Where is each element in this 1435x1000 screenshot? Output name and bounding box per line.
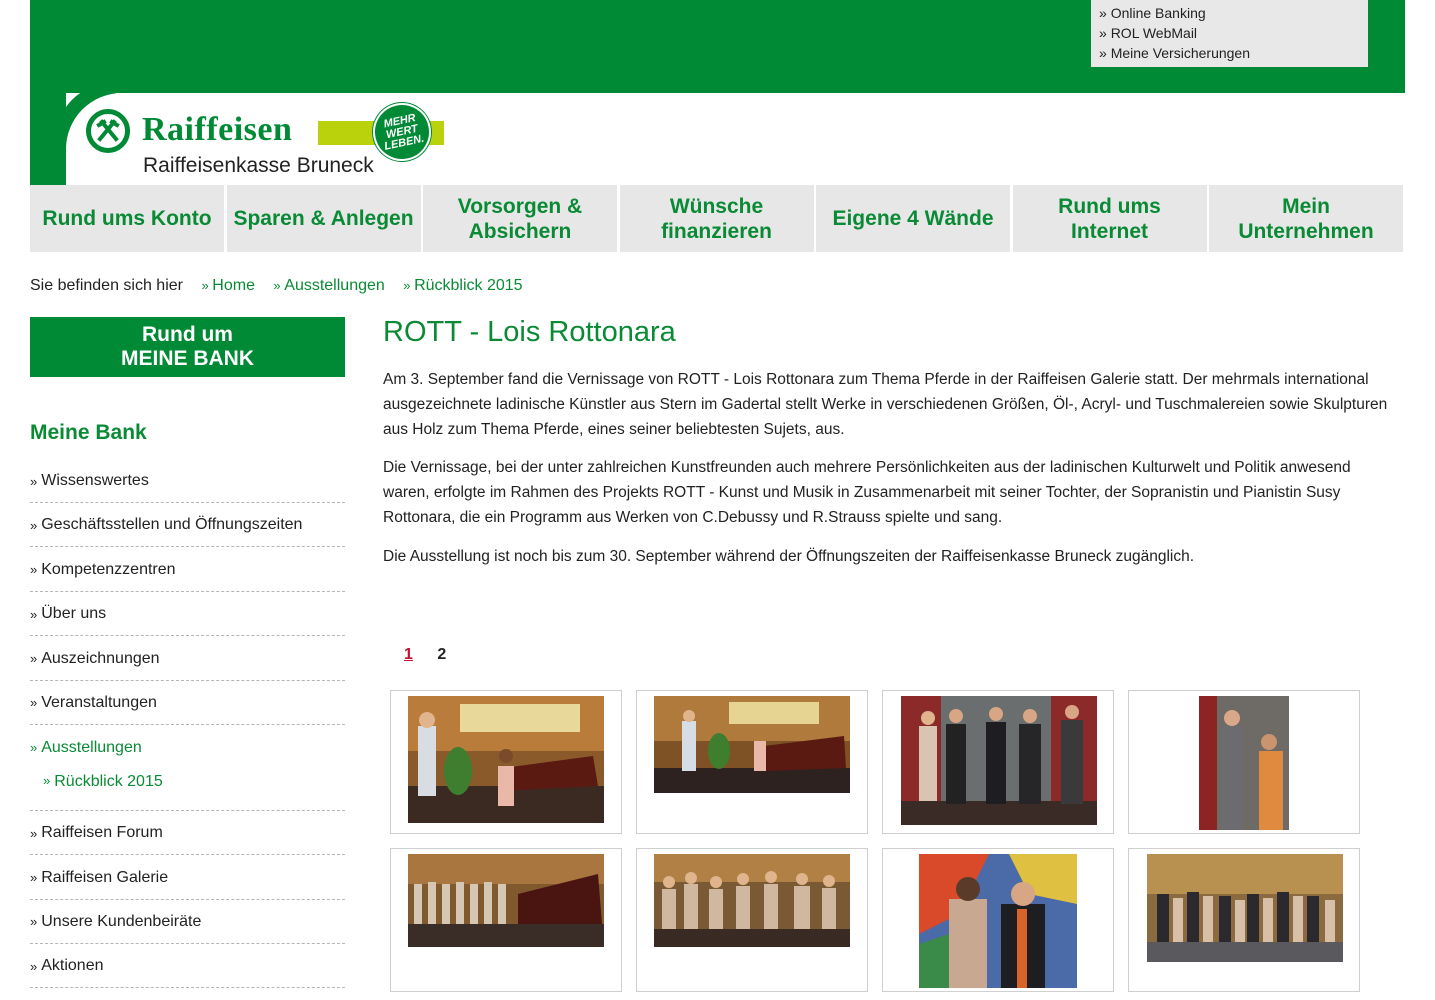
chevron-right-icon: » xyxy=(30,958,38,974)
nav-sparen-anlegen[interactable]: Sparen & Anlegen xyxy=(226,185,421,252)
mehr-wert-leben-badge: MEHR WERT LEBEN. xyxy=(367,97,437,167)
sidebar-item-ueber-uns[interactable]: » Über uns xyxy=(30,593,345,637)
photo-piano-performance[interactable] xyxy=(408,696,604,823)
sidebar-subitem-rueckblick-2015[interactable]: » Rückblick 2015 xyxy=(30,771,345,811)
article-title: ROTT - Lois Rottonara xyxy=(383,316,676,348)
gallery-thumb[interactable] xyxy=(636,848,868,992)
rund-um-meine-bank-button[interactable]: Rund um MEINE BANK xyxy=(30,317,345,377)
photo-stage-piano[interactable] xyxy=(654,696,850,793)
sidebar-list: » Wissenswertes » Geschäftsstellen und Öff… xyxy=(30,460,345,989)
breadcrumb-ausstellungen[interactable]: Ausstellungen xyxy=(273,277,384,294)
raiffeisen-gable-cross-icon[interactable] xyxy=(86,109,130,153)
breadcrumb: Sie befinden sich hier Home Ausstellunge… xyxy=(30,277,523,295)
brand-wordmark[interactable]: Raiffeisen xyxy=(142,111,292,149)
nav-mein-unternehmen[interactable]: Mein Unternehmen xyxy=(1209,185,1403,252)
main-nav: Rund ums Konto Sparen & Anlegen Vorsorge… xyxy=(30,185,1405,252)
logo-area: Raiffeisen Raiffeisenkasse Bruneck MEHR … xyxy=(30,93,1405,185)
breadcrumb-label: Sie befinden sich hier xyxy=(30,277,183,294)
gallery-thumb[interactable] xyxy=(1128,690,1360,834)
article-paragraph-3: Die Ausstellung ist noch bis zum 30. Sep… xyxy=(383,548,1195,565)
article-paragraph-2: Die Vernissage, bei der unter zahlreiche… xyxy=(383,459,1351,526)
chevron-right-icon: » xyxy=(30,606,38,622)
sidebar-item-auszeichnungen[interactable]: » Auszeichnungen xyxy=(30,638,345,681)
brand-subtitle: Raiffeisenkasse Bruneck xyxy=(143,154,374,177)
nav-rund-ums-konto[interactable]: Rund ums Konto xyxy=(30,185,224,252)
pager-page-2[interactable]: 2 xyxy=(437,646,446,663)
gallery-thumb[interactable] xyxy=(390,848,622,992)
chevron-right-icon: » xyxy=(30,517,38,533)
sidebar-item-kompetenzzentren[interactable]: » Kompetenzzentren xyxy=(30,549,345,592)
sidebar-item-raiffeisen-galerie[interactable]: » Raiffeisen Galerie xyxy=(30,857,345,900)
chevron-right-icon: » xyxy=(30,562,38,578)
chevron-right-icon: » xyxy=(30,473,38,489)
sidebar-item-kundenbeiraete[interactable]: » Unsere Kundenbeiräte xyxy=(30,901,345,944)
sidebar-item-ausstellungen[interactable]: » Ausstellungen xyxy=(30,726,345,769)
photo-painting-viewers[interactable] xyxy=(1199,696,1289,830)
photo-gallery-crowd[interactable] xyxy=(1147,854,1343,962)
photo-audience-piano[interactable] xyxy=(408,854,604,947)
chevron-right-icon: » xyxy=(30,695,38,711)
breadcrumb-rueckblick-2015[interactable]: Rückblick 2015 xyxy=(403,277,522,294)
photo-guests-gathering[interactable] xyxy=(654,854,850,947)
gallery-thumb[interactable] xyxy=(390,690,622,834)
gallery-thumb[interactable] xyxy=(882,848,1114,992)
nav-eigene-4-waende[interactable]: Eigene 4 Wände xyxy=(816,185,1010,252)
sidebar-heading: Meine Bank xyxy=(30,421,147,444)
article-paragraph-1: Am 3. September fand die Vernissage von … xyxy=(383,371,1388,438)
rol-webmail-link[interactable]: ROL WebMail xyxy=(1091,23,1368,43)
nav-vorsorgen-absichern[interactable]: Vorsorgen & Absichern xyxy=(423,185,617,252)
gallery-thumb[interactable] xyxy=(636,690,868,834)
chevron-right-icon: » xyxy=(30,651,38,667)
chevron-right-icon: » xyxy=(43,772,51,788)
gallery-pager: 1 2 xyxy=(404,646,446,664)
chevron-right-icon: » xyxy=(30,914,38,930)
gallery-thumb[interactable] xyxy=(1128,848,1360,992)
sidebar-item-wissenswertes[interactable]: » Wissenswertes xyxy=(30,460,345,503)
photo-group-standing[interactable] xyxy=(901,696,1097,825)
nav-rund-ums-internet[interactable]: Rund ums Internet xyxy=(1012,185,1207,252)
sidebar-item-geschaeftsstellen[interactable]: » Geschäftsstellen und Öffnungszeiten xyxy=(30,504,345,548)
quicklinks-box: Online Banking ROL WebMail Meine Versich… xyxy=(1091,0,1368,67)
chevron-right-icon: » xyxy=(30,870,38,886)
main-content: ROTT - Lois Rottonara Am 3. September fa… xyxy=(383,316,1393,565)
sidebar-item-raiffeisen-forum[interactable]: » Raiffeisen Forum xyxy=(30,812,345,856)
chevron-right-icon: » xyxy=(30,740,38,756)
chevron-right-icon: » xyxy=(30,825,38,841)
breadcrumb-home[interactable]: Home xyxy=(201,277,255,294)
sidebar-item-veranstaltungen[interactable]: » Veranstaltungen xyxy=(30,682,345,725)
gallery-thumb[interactable] xyxy=(882,690,1114,834)
pager-page-1[interactable]: 1 xyxy=(404,646,413,663)
nav-wuensche-finanzieren[interactable]: Wünsche finanzieren xyxy=(619,185,814,252)
sidebar-item-aktionen[interactable]: » Aktionen xyxy=(30,945,345,989)
sidebar: Rund um MEINE BANK Meine Bank » Wissenswe… xyxy=(30,317,345,989)
meine-versicherungen-link[interactable]: Meine Versicherungen xyxy=(1091,43,1368,63)
photo-artist-portrait[interactable] xyxy=(919,854,1077,988)
online-banking-link[interactable]: Online Banking xyxy=(1091,3,1368,23)
